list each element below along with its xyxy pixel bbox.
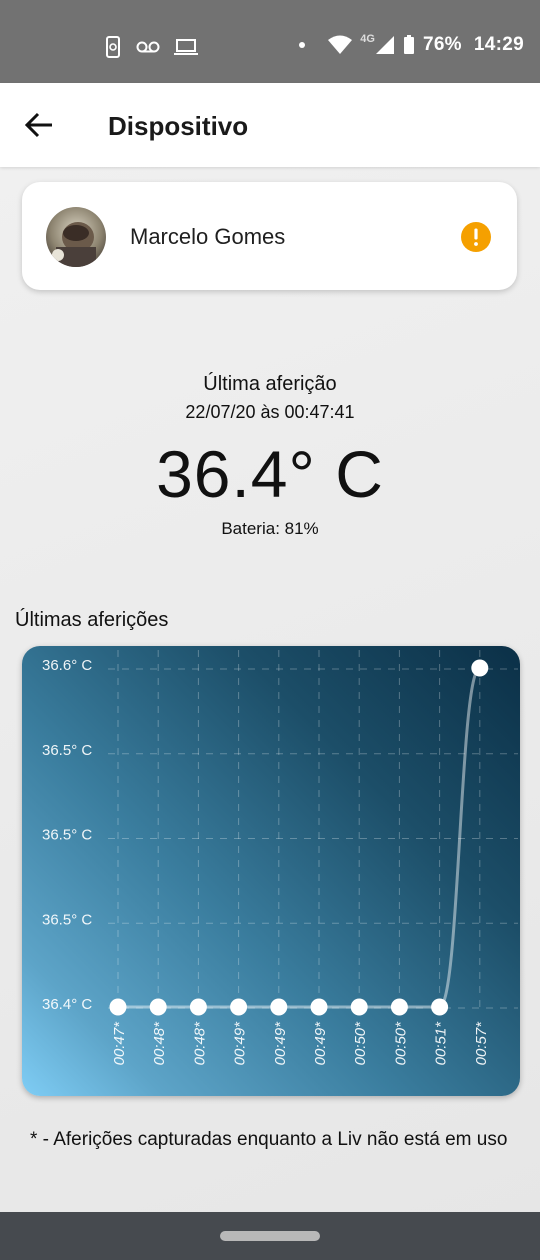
data-point	[230, 998, 248, 1016]
y-tick-label: 36.5° C	[42, 911, 92, 928]
y-tick-label: 36.6° C	[42, 657, 92, 674]
chart-svg: 36.6° C 36.5° C 36.5° C 36.5° C 36.4° C 00:47…	[42, 650, 518, 1066]
data-point	[431, 998, 449, 1016]
battery-icon	[403, 35, 414, 54]
laptop-icon	[174, 39, 198, 55]
x-tick-label: 00:50*	[352, 1021, 369, 1066]
series-line	[118, 666, 482, 1009]
data-point	[350, 998, 368, 1016]
page-title: Dispositivo	[108, 111, 249, 141]
x-tick-label: 00:48*	[151, 1021, 168, 1066]
footnote: * - Aferições capturadas enquanto a Liv …	[30, 1129, 508, 1150]
data-point	[390, 998, 408, 1016]
user-card[interactable]: Marcelo Gomes	[22, 182, 517, 290]
data-point	[149, 998, 167, 1016]
data-point	[189, 998, 207, 1016]
voicemail-icon	[136, 41, 160, 53]
data-point	[270, 998, 288, 1016]
x-tick-label: 00:49*	[232, 1021, 249, 1066]
data-point	[310, 998, 328, 1016]
navigation-bar	[0, 1212, 540, 1260]
arrow-back-icon	[24, 112, 52, 138]
temperature-chart: 36.6° C 36.5° C 36.5° C 36.5° C 36.4° C 00:47…	[22, 646, 520, 1096]
data-point	[109, 998, 127, 1016]
clock: 14:29	[473, 34, 524, 55]
x-tick-label: 00:51*	[433, 1021, 450, 1066]
phone-sync-icon	[106, 36, 120, 58]
x-tick-label: 00:50*	[392, 1021, 409, 1066]
x-tick-label: 00:57*	[473, 1021, 490, 1066]
data-point	[471, 659, 489, 677]
last-reading-temperature: 36.4° C	[156, 437, 384, 511]
y-tick-label: 36.5° C	[42, 742, 92, 759]
last-reading-title: Última aferição	[203, 373, 337, 395]
x-tick-label: 00:49*	[272, 1021, 289, 1066]
battery-percent: 76%	[422, 34, 462, 55]
dot-icon	[299, 42, 306, 48]
avatar	[46, 207, 106, 267]
notification-icons	[104, 36, 198, 58]
x-tick-label: 00:49*	[312, 1021, 329, 1066]
battery-level: Bateria: 81%	[221, 519, 319, 538]
y-tick-label: 36.4° C	[42, 996, 92, 1013]
status-bar: 4G 76% 14:29	[0, 0, 540, 83]
signal-icon	[375, 36, 394, 54]
wifi-icon	[328, 35, 353, 54]
network-type-label: 4G	[360, 33, 375, 45]
history-title: Últimas aferições	[15, 609, 169, 631]
user-name: Marcelo Gomes	[130, 224, 286, 249]
app-bar: Dispositivo	[0, 83, 540, 167]
last-reading-datetime: 22/07/20 às 00:47:41	[185, 402, 355, 422]
warning-icon[interactable]	[461, 222, 491, 252]
x-tick-label: 00:47*	[111, 1021, 128, 1066]
back-button[interactable]	[20, 105, 60, 145]
y-tick-label: 36.5° C	[42, 827, 92, 844]
status-indicators: 4G 76% 14:29	[298, 33, 524, 56]
home-gesture-handle[interactable]	[220, 1231, 320, 1241]
x-tick-label: 00:48*	[191, 1021, 208, 1066]
